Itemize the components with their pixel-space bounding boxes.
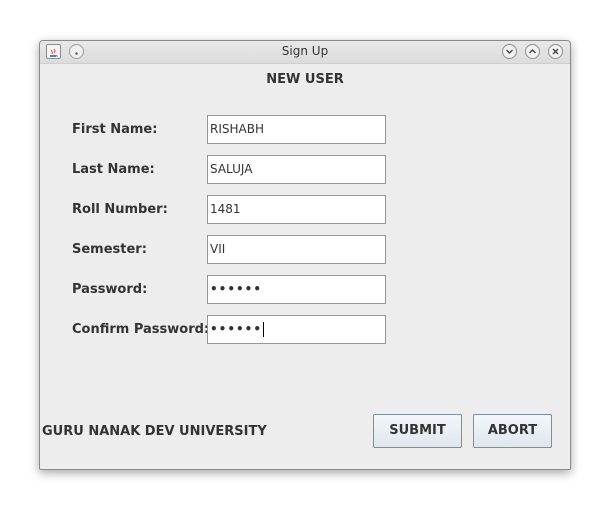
first-name-label: First Name: <box>72 122 158 137</box>
confirm-password-label: Confirm Password: <box>72 322 210 337</box>
semester-label: Semester: <box>72 242 147 257</box>
last-name-label: Last Name: <box>72 162 155 177</box>
last-name-value: SALUJA <box>210 162 253 176</box>
close-icon[interactable] <box>548 44 563 59</box>
password-field[interactable]: •••••• <box>207 275 386 304</box>
title-bar[interactable]: Sign Up <box>40 41 570 64</box>
first-name-value: RISHABH <box>210 122 264 136</box>
confirm-password-field[interactable]: •••••• <box>207 315 386 344</box>
first-name-field[interactable]: RISHABH <box>207 115 386 144</box>
maximize-icon[interactable] <box>525 44 540 59</box>
window-title: Sign Up <box>281 44 329 58</box>
password-value: •••••• <box>210 282 263 296</box>
roll-number-value: 1481 <box>210 202 241 216</box>
semester-value: VII <box>210 242 226 256</box>
submit-button[interactable]: SUBMIT <box>373 414 462 448</box>
last-name-field[interactable]: SALUJA <box>207 155 386 184</box>
password-label: Password: <box>72 282 148 297</box>
sign-up-window: Sign Up NEW USER First Name: RISHABH Las… <box>39 40 571 470</box>
abort-button[interactable]: ABORT <box>473 414 552 448</box>
form-heading: NEW USER <box>266 72 344 87</box>
minimize-icon[interactable] <box>502 44 517 59</box>
roll-number-label: Roll Number: <box>72 202 168 217</box>
confirm-password-value: •••••• <box>210 322 263 336</box>
semester-field[interactable]: VII <box>207 235 386 264</box>
text-cursor <box>263 322 265 337</box>
roll-number-field[interactable]: 1481 <box>207 195 386 224</box>
university-label: GURU NANAK DEV UNIVERSITY <box>42 424 267 439</box>
